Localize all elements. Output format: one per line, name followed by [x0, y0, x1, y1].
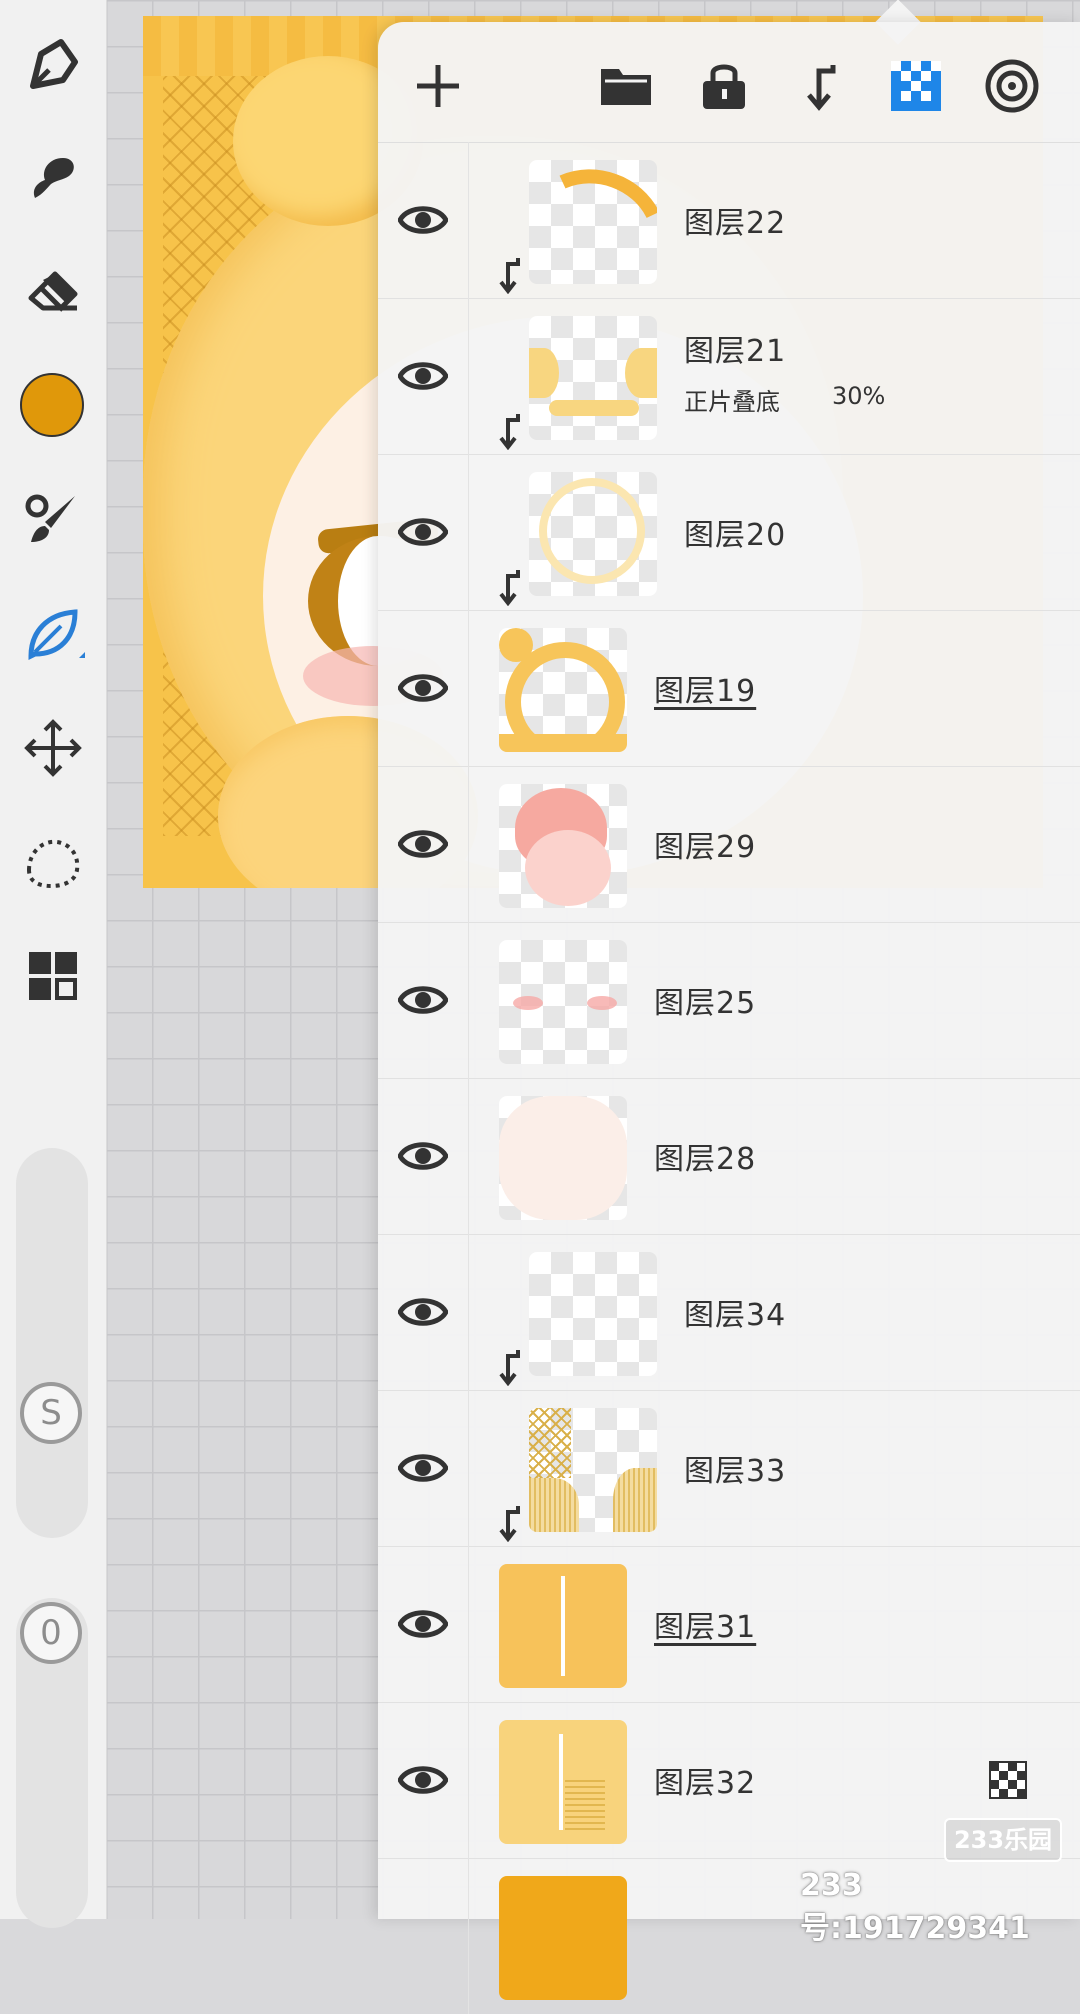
layer-row-31[interactable]: 图层31	[378, 1546, 1080, 1703]
layer-visibility-column	[378, 766, 469, 922]
leaf-brush-icon[interactable]	[13, 594, 93, 674]
layer-visibility-column	[378, 610, 469, 766]
eye-icon[interactable]	[398, 1603, 448, 1645]
layer-blend-mode: 正片叠底	[684, 388, 780, 416]
brush-opacity-label: 0	[40, 1613, 62, 1653]
layer-row-29[interactable]: 图层29	[378, 766, 1080, 923]
layer-visibility-column	[378, 142, 469, 298]
layer-name: 图层31	[654, 1610, 757, 1645]
watermark-text: 233号:191729341	[800, 1868, 1030, 1946]
eye-icon[interactable]	[398, 199, 448, 241]
layer-visibility-column	[378, 298, 469, 454]
folder-icon[interactable]	[594, 54, 658, 118]
checker-icon[interactable]	[884, 54, 948, 118]
clip-icon[interactable]	[790, 54, 854, 118]
layer-visibility-column	[378, 1234, 469, 1390]
eye-icon[interactable]	[398, 1447, 448, 1489]
layer-row-33[interactable]: 图层33	[378, 1390, 1080, 1547]
eye-icon[interactable]	[398, 667, 448, 709]
layer-thumbnail[interactable]	[499, 1876, 627, 2000]
layer-opacity: 30%	[832, 382, 886, 410]
layer-name: 图层32	[654, 1766, 757, 1801]
watermark-logo: 233乐园	[944, 1818, 1062, 1862]
add-layer-icon[interactable]	[406, 54, 470, 118]
layers-panel-toolbar	[378, 22, 1080, 143]
layer-name: 图层25	[654, 986, 757, 1021]
layer-visibility-column	[378, 1078, 469, 1234]
layer-thumbnail[interactable]	[499, 940, 627, 1064]
layer-row-21[interactable]: 图层21 正片叠底 30%	[378, 298, 1080, 455]
pen-icon[interactable]	[13, 24, 93, 104]
lock-icon[interactable]	[692, 54, 756, 118]
eye-icon[interactable]	[398, 511, 448, 553]
layer-row-34[interactable]: 图层34	[378, 1234, 1080, 1391]
layer-name: 图层28	[654, 1142, 757, 1177]
layer-thumbnail[interactable]	[499, 628, 627, 752]
layer-name: 图层21	[684, 334, 787, 369]
eye-icon[interactable]	[398, 1291, 448, 1333]
clip-arrow-icon	[499, 570, 520, 606]
layer-name: 图层29	[654, 830, 757, 865]
layer-row-25[interactable]: 图层25	[378, 922, 1080, 1079]
layer-thumbnail[interactable]	[499, 784, 627, 908]
layer-thumbnail[interactable]	[529, 160, 657, 284]
brush-size-knob[interactable]: S	[20, 1382, 82, 1444]
layer-visibility-column	[378, 1702, 469, 1858]
eye-icon[interactable]	[398, 979, 448, 1021]
layer-row-20[interactable]: 图层20	[378, 454, 1080, 611]
layer-thumbnail[interactable]	[529, 1408, 657, 1532]
layer-row-19[interactable]: 图层19	[378, 610, 1080, 767]
left-toolbar: S 0	[0, 0, 106, 1928]
layer-thumbnail[interactable]	[499, 1720, 627, 1844]
brush-size-label: S	[40, 1393, 62, 1433]
eraser-icon[interactable]	[13, 252, 93, 332]
layer-thumbnail[interactable]	[499, 1564, 627, 1688]
eye-icon[interactable]	[398, 823, 448, 865]
alpha-lock-icon[interactable]	[988, 1760, 1028, 1800]
layer-name: 图层22	[684, 206, 787, 241]
brush-size-slider[interactable]	[16, 1148, 88, 1538]
layer-name: 图层20	[684, 518, 787, 553]
layer-thumbnail[interactable]	[499, 1096, 627, 1220]
layer-visibility-column	[378, 1390, 469, 1546]
lasso-icon[interactable]	[13, 822, 93, 902]
layer-visibility-column	[378, 922, 469, 1078]
color-swatch[interactable]	[20, 373, 84, 437]
layer-visibility-column	[378, 454, 469, 610]
layer-name: 图层19	[654, 674, 757, 709]
smudge-icon[interactable]	[13, 138, 93, 218]
eye-icon[interactable]	[398, 1135, 448, 1177]
layer-name: 图层33	[684, 1454, 787, 1489]
transform-icon[interactable]	[13, 708, 93, 788]
layer-visibility-column	[378, 1858, 469, 2014]
brush-settings-icon[interactable]	[13, 480, 93, 560]
layer-row-22[interactable]: 图层22	[378, 142, 1080, 299]
layers-panel: 图层22 图层21 正片叠底 30% 图层20 图层19 图层29 图层25 图…	[378, 22, 1080, 2014]
brush-opacity-knob[interactable]: 0	[20, 1602, 82, 1664]
layers-grid-icon[interactable]	[13, 936, 93, 1016]
layer-thumbnail[interactable]	[529, 1252, 657, 1376]
layer-visibility-column	[378, 1546, 469, 1702]
clip-arrow-icon	[499, 414, 520, 450]
eye-icon[interactable]	[398, 355, 448, 397]
layer-thumbnail[interactable]	[529, 472, 657, 596]
layer-thumbnail[interactable]	[529, 316, 657, 440]
clip-arrow-icon	[499, 1350, 520, 1386]
layer-name: 图层34	[684, 1298, 787, 1333]
clip-arrow-icon	[499, 1506, 520, 1542]
eye-icon[interactable]	[398, 1759, 448, 1801]
target-icon[interactable]	[980, 54, 1044, 118]
clip-arrow-icon	[499, 258, 520, 294]
layer-row-28[interactable]: 图层28	[378, 1078, 1080, 1235]
